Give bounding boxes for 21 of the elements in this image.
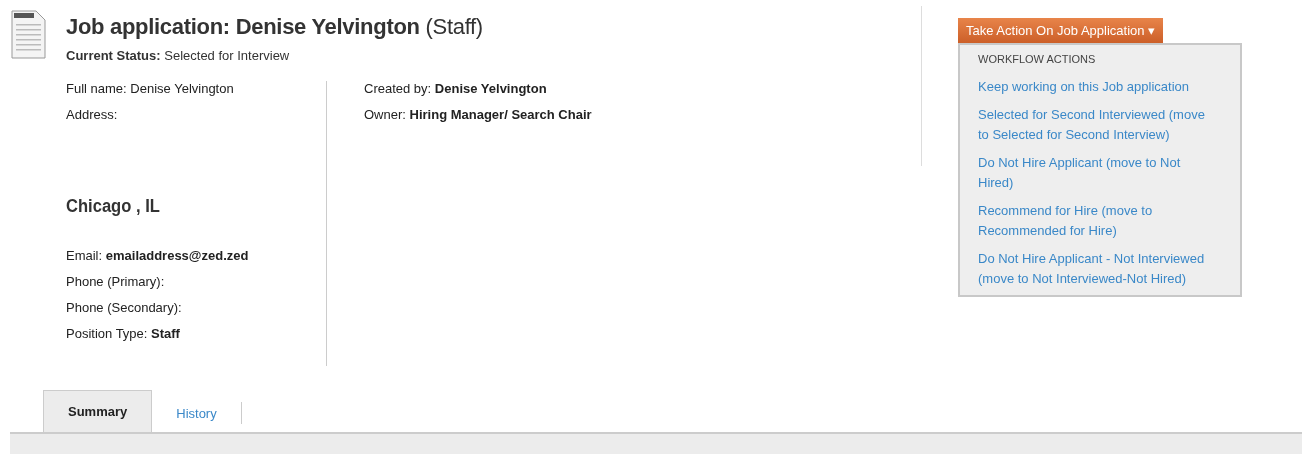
field-text: Phone (Primary): [66, 274, 166, 289]
menu-heading: WORKFLOW ACTIONS [978, 53, 1097, 65]
document-icon [10, 10, 46, 62]
status-text: Current Status: Selected for Interview [66, 48, 291, 63]
menu-link[interactable]: Selected for Second Interviewed (move to Selected for Second Interview) [978, 105, 1210, 145]
menu-link[interactable]: Keep working on this Job application [978, 77, 1210, 97]
field-text: Owner: Hiring Manager/ Search Chair [364, 107, 592, 122]
page-title: Job application: Denise Yelvington (Staff) [66, 14, 484, 40]
city-text: Chicago , IL [66, 196, 161, 217]
field-text: Email: emailaddress@zed.zed [66, 248, 250, 263]
tab[interactable]: History [152, 402, 242, 424]
take-action-button[interactable]: Take Action On Job Application ▾ [958, 18, 1164, 43]
field-text: Address: [66, 107, 119, 122]
field-text: Phone (Secondary): [66, 300, 183, 315]
menu-link[interactable]: Do Not Hire Applicant (move to Not Hired) [978, 153, 1210, 193]
field-text: Full name: Denise Yelvington [66, 81, 235, 96]
menu-link[interactable]: Recommend for Hire (move to Recommended for Hire) [978, 201, 1210, 241]
menu-link[interactable]: Do Not Hire Applicant - Not Interviewed (move to Not Interviewed-Not Hired) [978, 249, 1210, 289]
tab[interactable]: Summary [43, 390, 153, 432]
field-text: Created by: Denise Yelvington [364, 81, 548, 96]
field-text: Position Type: Staff [66, 326, 181, 341]
